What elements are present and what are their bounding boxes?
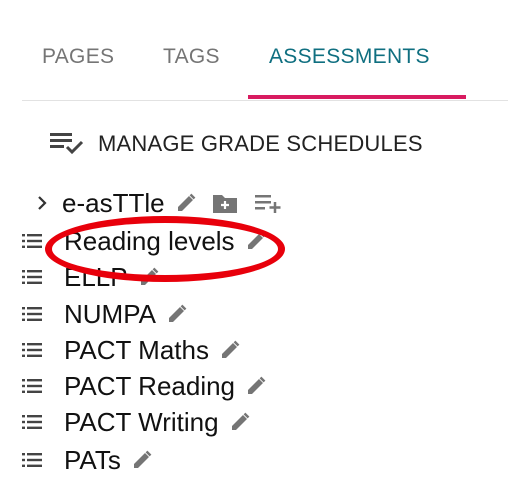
list-item-label: Reading levels bbox=[64, 225, 235, 256]
pencil-icon[interactable] bbox=[138, 266, 160, 288]
manage-grade-schedules-label: MANAGE GRADE SCHEDULES bbox=[98, 131, 423, 156]
list-item-label: PATs bbox=[64, 444, 121, 475]
list-item-numpa[interactable]: NUMPA bbox=[22, 297, 188, 331]
drag-handle-icon[interactable] bbox=[22, 297, 48, 331]
pencil-icon[interactable] bbox=[131, 449, 153, 471]
list-item-label: NUMPA bbox=[64, 298, 156, 329]
list-item-label: PACT Maths bbox=[64, 334, 209, 365]
drag-handle-icon[interactable] bbox=[22, 333, 48, 367]
tab-assessments[interactable]: ASSESSMENTS bbox=[269, 44, 430, 100]
tab-bar: PAGES TAGS ASSESSMENTS bbox=[22, 0, 508, 101]
list-item-label: ELLP bbox=[64, 261, 128, 292]
playlist-check-icon bbox=[48, 127, 86, 162]
add-list-icon[interactable] bbox=[253, 191, 283, 215]
pencil-icon[interactable] bbox=[245, 230, 267, 252]
list-item-pact-reading[interactable]: PACT Reading bbox=[22, 369, 267, 403]
list-item-label: PACT Writing bbox=[64, 406, 219, 437]
list-item-pact-writing[interactable]: PACT Writing bbox=[22, 405, 251, 439]
chevron-right-icon[interactable] bbox=[36, 194, 62, 212]
drag-handle-icon[interactable] bbox=[22, 405, 48, 439]
add-folder-icon[interactable] bbox=[211, 191, 239, 215]
drag-handle-icon[interactable] bbox=[22, 260, 48, 294]
drag-handle-icon[interactable] bbox=[22, 369, 48, 403]
list-item-reading-levels[interactable]: Reading levels bbox=[22, 224, 267, 258]
manage-grade-schedules-button[interactable]: MANAGE GRADE SCHEDULES bbox=[48, 126, 423, 162]
list-item-pats[interactable]: PATs bbox=[22, 443, 153, 477]
drag-handle-icon[interactable] bbox=[22, 224, 48, 258]
pencil-icon[interactable] bbox=[229, 411, 251, 433]
list-item-label: PACT Reading bbox=[64, 370, 236, 401]
tab-tags[interactable]: TAGS bbox=[163, 44, 220, 100]
tab-pages[interactable]: PAGES bbox=[42, 44, 114, 100]
list-item-ellp[interactable]: ELLP bbox=[22, 260, 160, 294]
pencil-icon[interactable] bbox=[245, 375, 267, 397]
active-tab-underline bbox=[248, 95, 466, 99]
pencil-icon[interactable] bbox=[166, 303, 188, 325]
list-item-pact-maths[interactable]: PACT Maths bbox=[22, 333, 241, 367]
pencil-icon[interactable] bbox=[175, 192, 197, 214]
pencil-icon[interactable] bbox=[219, 339, 241, 361]
drag-handle-icon[interactable] bbox=[22, 443, 48, 477]
list-item-label: e-asTTle bbox=[62, 187, 165, 218]
list-item-e-asttle[interactable]: e-asTTle bbox=[22, 186, 283, 220]
